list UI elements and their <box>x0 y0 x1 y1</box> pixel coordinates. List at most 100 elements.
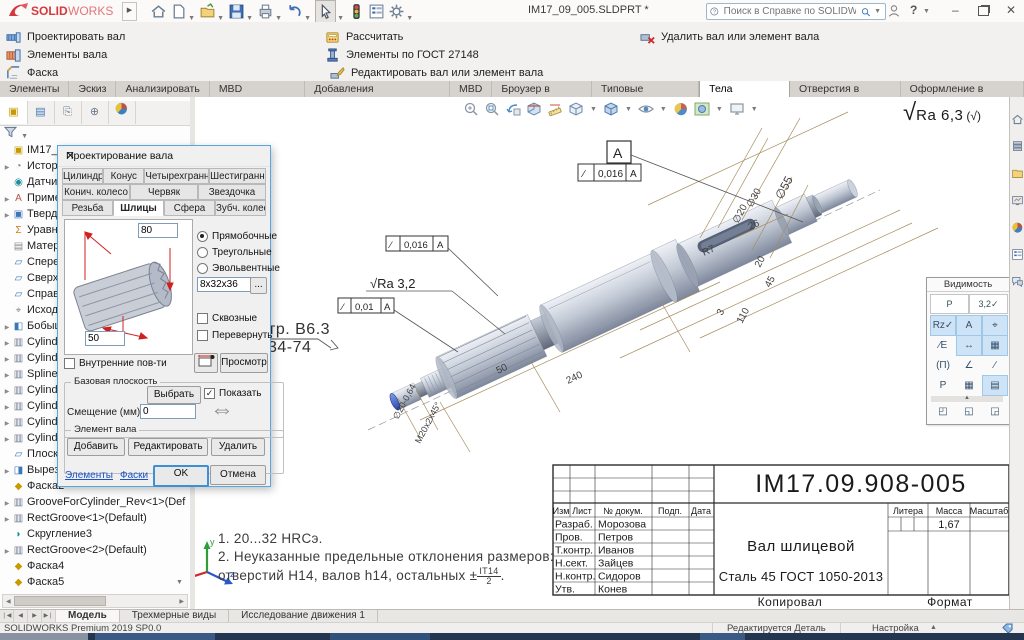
radio-triangular-splines[interactable]: Треугольные <box>197 247 272 258</box>
print-icon[interactable] <box>257 3 274 20</box>
displaymanager-tab[interactable] <box>108 101 136 124</box>
options-gear-icon[interactable] <box>388 3 405 20</box>
tab-sketch[interactable]: Эскиз <box>69 81 116 97</box>
datum-visibility-button[interactable]: A <box>956 315 982 336</box>
dimxpert-tab[interactable]: ⊕ <box>81 101 109 124</box>
check-internal-surfaces[interactable]: Внутренние пов-ти <box>64 358 167 369</box>
scroll-left-arrow[interactable]: ◀ <box>3 598 14 605</box>
scroll-right-arrow[interactable]: ▶ <box>176 598 187 605</box>
dialog-tab-sphere[interactable]: Сфера <box>164 200 215 216</box>
radio-involute-splines[interactable]: Эвольвентные <box>197 263 280 274</box>
center-hole-callout[interactable]: тр. В6.3 34-74 <box>268 321 338 356</box>
print-caret[interactable]: ▼ <box>275 15 282 22</box>
tab-elements[interactable]: Элементы <box>0 81 69 97</box>
offset-input[interactable] <box>140 404 196 419</box>
roughness-visibility-button[interactable]: 3,2✓ <box>969 294 1008 314</box>
hide-all-types-button[interactable]: P <box>930 294 969 314</box>
solidworks-resources-icon[interactable] <box>1011 113 1024 126</box>
select-tool-button[interactable] <box>315 0 336 24</box>
dialog-title-bar[interactable]: Проектирование вала ✕ <box>58 146 270 167</box>
help-button[interactable]: ? <box>910 3 917 17</box>
filter-caret[interactable]: ▼ <box>21 133 28 140</box>
file-explorer-icon[interactable] <box>1011 167 1024 180</box>
design-shaft-button[interactable]: Проектировать вал <box>6 28 125 46</box>
browse-button[interactable]: ... <box>250 277 267 294</box>
tree-item-rectgroove2[interactable]: ▶▥RectGroove<2>(Default) <box>2 543 188 558</box>
propertymanager-tab[interactable]: ▤ <box>27 101 55 124</box>
dialog-tab-worm[interactable]: Червяк <box>130 184 198 200</box>
properties-list-icon[interactable] <box>368 3 385 20</box>
traffic-light-icon[interactable] <box>348 3 365 20</box>
view-filter-3-button[interactable]: ◲ <box>982 402 1008 421</box>
preview-button[interactable]: Просмотр <box>220 353 268 373</box>
dialog-tab-thread[interactable]: Резьба <box>62 200 113 216</box>
delete-element-button[interactable]: Удалить <box>211 438 265 456</box>
view-filter-1-button[interactable]: ◰ <box>930 402 956 421</box>
new-document-icon[interactable] <box>170 3 187 20</box>
close-button[interactable]: ✕ <box>1006 3 1016 17</box>
angle-visibility-button[interactable]: ∠ <box>956 355 982 376</box>
comments-icon[interactable] <box>1011 275 1024 288</box>
select-plane-button[interactable]: Выбрать <box>147 386 201 404</box>
chamfers-link[interactable]: Фаски <box>120 470 148 481</box>
search-icon[interactable] <box>861 6 870 18</box>
save-icon[interactable] <box>228 3 245 20</box>
tab-part-detailing[interactable]: Оформление в детали <box>901 81 1024 97</box>
balloon-visibility-button[interactable]: (П) <box>930 355 956 376</box>
dialog-close-icon[interactable]: ✕ <box>66 150 264 162</box>
delete-shaft-button[interactable]: Удалить вал или элемент вала <box>640 28 819 46</box>
edit-shaft-button[interactable]: Редактировать вал или элемент вала <box>330 64 543 82</box>
tree-item-chamfer5[interactable]: ◆Фаска5 <box>2 575 188 590</box>
home-icon[interactable] <box>150 3 167 20</box>
tab-bodies-of-revolution[interactable]: Тела вращения <box>699 81 790 97</box>
configurationmanager-tab[interactable]: ⎘ <box>54 101 82 124</box>
tab-mbd[interactable]: MBD <box>450 81 492 97</box>
calculate-button[interactable]: Рассчитать <box>325 28 403 46</box>
undo-icon[interactable] <box>286 3 303 20</box>
rz-visibility-button[interactable]: Rz✓ <box>930 315 956 336</box>
dialog-tab-cylinder[interactable]: Цилиндр <box>62 168 103 184</box>
select-caret[interactable]: ▼ <box>337 15 344 22</box>
gtol-frame-top[interactable]: ∕ 0,016 A <box>578 164 641 181</box>
tree-item-groove-for-cylinder[interactable]: ▶▥GrooveForCylinder_Rev<1>(Def <box>2 495 188 510</box>
dialog-tab-cone[interactable]: Конус <box>103 168 144 184</box>
tab-part-browser[interactable]: Броузер в детали <box>492 81 592 97</box>
target-visibility-button[interactable]: ⌖ <box>982 315 1008 336</box>
settings-caret[interactable]: ▲ <box>930 624 937 631</box>
user-account-icon[interactable] <box>887 4 901 18</box>
shaft-model[interactable] <box>380 161 868 429</box>
shaft-design-dialog[interactable]: Проектирование вала ✕ Цилиндр Конус Четы… <box>57 145 271 487</box>
dialog-tab-gear[interactable]: Зубч. колесо <box>215 200 266 216</box>
dimension-visibility-button[interactable]: ↔ <box>956 335 982 356</box>
tree-horizontal-scrollbar[interactable]: ◀ ▶ <box>2 594 188 608</box>
flip-direction-arrow-icon[interactable]: ⇔ <box>210 396 234 424</box>
radio-straight-splines[interactable]: Прямобочные <box>197 231 277 242</box>
search-input[interactable] <box>722 5 858 18</box>
tree-vertical-scroll-down[interactable]: ▼ <box>176 579 183 586</box>
dialog-tab-hex[interactable]: Шестигранник <box>209 168 266 184</box>
table-visibility-button[interactable]: ▦ <box>982 335 1008 356</box>
tab-evaluate[interactable]: Анализировать <box>116 81 209 97</box>
restore-button[interactable] <box>978 6 989 16</box>
tab-addins[interactable]: Добавления SOLIDWORKS <box>305 81 450 97</box>
dimension-preview-button[interactable] <box>194 353 218 373</box>
dialog-tab-spline[interactable]: Шлицы <box>113 200 164 216</box>
spline-length-input[interactable] <box>138 223 178 238</box>
tab-holes-in-part[interactable]: Отверстия в детали <box>790 81 901 97</box>
appearances-icon[interactable] <box>1011 221 1024 234</box>
cancel-button[interactable]: Отмена <box>210 465 266 485</box>
dialog-tab-bevel-gear[interactable]: Конич. колесо <box>62 184 130 200</box>
tab-mbd-dimensions[interactable]: MBD Dimensions <box>210 81 305 97</box>
add-element-button[interactable]: Добавить <box>67 438 125 456</box>
dialog-tab-sprocket[interactable]: Звездочка <box>198 184 266 200</box>
spline-diameter-input[interactable] <box>85 331 125 346</box>
tab-standard-features[interactable]: Типовые элементы <box>592 81 699 97</box>
spline-size-input[interactable] <box>197 277 251 292</box>
view-filter-2-button[interactable]: ◱ <box>956 402 982 421</box>
view-palette-icon[interactable] <box>1011 194 1024 207</box>
dialog-tab-square[interactable]: Четырехгранник <box>144 168 209 184</box>
options-caret[interactable]: ▼ <box>406 15 413 22</box>
chamfer-button[interactable]: Фаска <box>6 64 58 82</box>
gost-elements-button[interactable]: Элементы по ГОСТ 27148 <box>325 46 479 64</box>
undo-caret[interactable]: ▼ <box>304 15 311 22</box>
